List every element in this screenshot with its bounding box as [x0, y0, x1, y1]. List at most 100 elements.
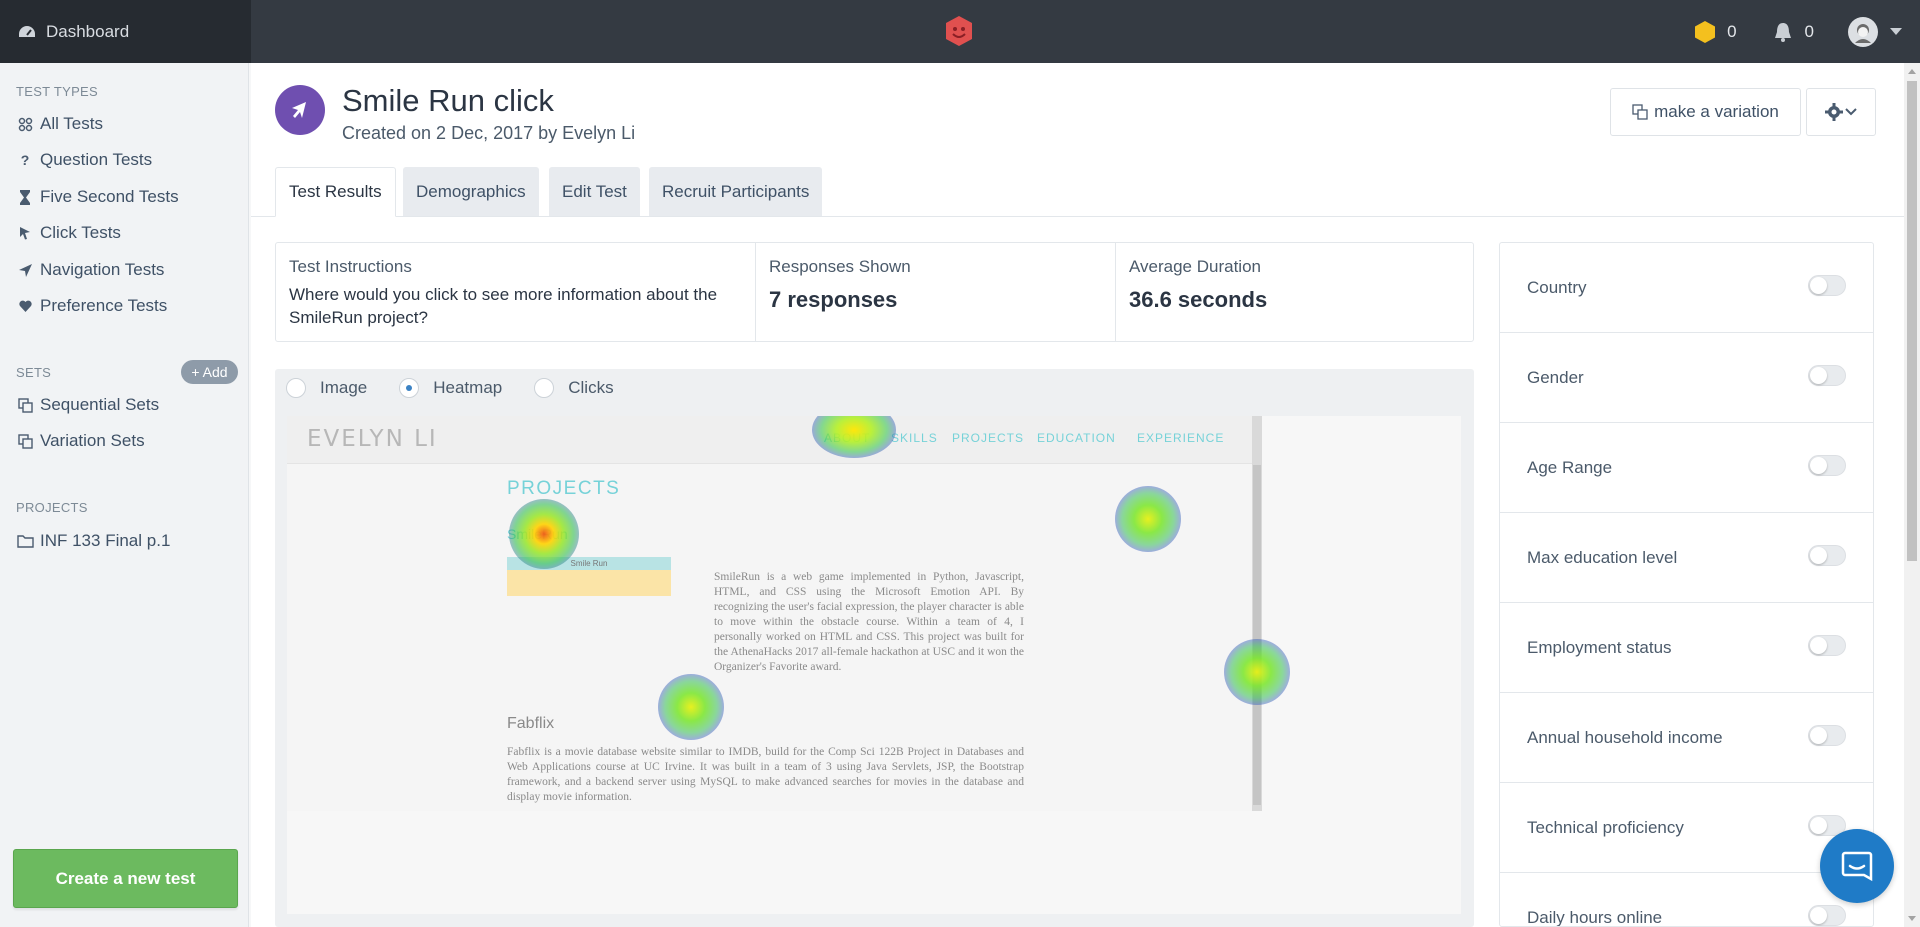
sidebar: TEST TYPES All Tests ? Question Tests Fi… [0, 63, 249, 927]
scroll-down-icon[interactable] [1908, 916, 1916, 921]
responses-block: Responses Shown 7 responses [755, 243, 1115, 341]
dashboard-label: Dashboard [46, 21, 130, 41]
sidebar-item-question-tests[interactable]: ? Question Tests [16, 150, 152, 170]
tab-recruit-participants[interactable]: Recruit Participants [649, 167, 823, 216]
create-test-button[interactable]: Create a new test [13, 849, 238, 908]
tab-edit-test[interactable]: Edit Test [549, 167, 640, 216]
dashboard-link[interactable]: Dashboard [0, 0, 251, 63]
coins-count: 0 [1727, 21, 1737, 41]
heatmap-canvas: EVELYN LI ABOUT SKILLS PROJECTS EDUCATIO… [287, 416, 1461, 914]
coin-icon [1695, 20, 1716, 43]
sidebar-item-label: Question Tests [40, 150, 153, 169]
filter-toggle[interactable] [1808, 905, 1846, 926]
filter-daily-hours-online: Daily hours online [1500, 873, 1873, 926]
radio-selected-dot [406, 385, 413, 391]
site-navbar: EVELYN LI ABOUT SKILLS PROJECTS EDUCATIO… [287, 416, 1252, 464]
thumbnail-label: Smile Run [507, 557, 671, 570]
site-name: EVELYN LI [307, 426, 438, 452]
sidebar-item-project[interactable]: INF 133 Final p.1 [16, 531, 170, 551]
sidebar-item-label: Variation Sets [40, 431, 145, 450]
filter-toggle[interactable] [1808, 725, 1846, 746]
radio-clicks-label[interactable]: Clicks [568, 378, 613, 398]
sidebar-item-five-second-tests[interactable]: Five Second Tests [16, 187, 179, 207]
filter-toggle[interactable] [1808, 545, 1846, 566]
responses-label: Responses Shown [769, 257, 911, 276]
sidebar-item-variation-sets[interactable]: Variation Sets [16, 431, 145, 451]
sidebar-item-sequential-sets[interactable]: Sequential Sets [16, 395, 159, 415]
coins-counter[interactable]: 0 [1693, 20, 1737, 44]
sidebar-item-label: All Tests [40, 114, 103, 133]
chat-icon [1841, 851, 1873, 882]
sets-heading: SETS [16, 365, 52, 380]
radio-image[interactable] [286, 378, 306, 398]
site-screenshot: EVELYN LI ABOUT SKILLS PROJECTS EDUCATIO… [287, 416, 1252, 811]
site-nav-projects: PROJECTS [952, 431, 1025, 445]
test-summary: Test Instructions Where would you click … [275, 242, 1474, 342]
filter-toggle[interactable] [1808, 455, 1846, 476]
site-section-title: PROJECTS [507, 478, 621, 499]
make-variation-label: make a variation [1654, 102, 1779, 121]
filter-label: Gender [1527, 367, 1584, 387]
user-avatar[interactable] [1848, 16, 1878, 47]
filter-label: Country [1527, 277, 1587, 297]
filter-label: Technical proficiency [1527, 817, 1684, 837]
scroll-up-icon[interactable] [1908, 69, 1916, 74]
top-bar: Dashboard 0 0 [0, 0, 1920, 63]
tabs-divider [251, 216, 1920, 217]
sidebar-item-click-tests[interactable]: Click Tests [16, 223, 121, 243]
scrollbar-thumb[interactable] [1907, 81, 1917, 561]
radio-heatmap-label[interactable]: Heatmap [433, 378, 502, 398]
site-nav-experience: EXPERIENCE [1137, 431, 1225, 445]
site-project-description: SmileRun is a web game implemented in Py… [714, 571, 1024, 673]
duration-label: Average Duration [1129, 257, 1261, 276]
filter-toggle[interactable] [1808, 635, 1846, 656]
filter-gender: Gender [1500, 333, 1873, 423]
radio-heatmap[interactable] [399, 378, 420, 398]
add-set-button[interactable]: + Add [181, 360, 238, 384]
sidebar-item-label: Sequential Sets [40, 395, 160, 414]
chat-launcher-button[interactable] [1820, 829, 1894, 903]
page-scrollbar[interactable] [1904, 63, 1920, 927]
cursor-icon [16, 226, 34, 240]
heatmap-panel: Image Heatmap Clicks EVELYN LI ABOUT SKI… [275, 369, 1474, 927]
tab-test-results[interactable]: Test Results [275, 167, 396, 217]
cluster-icon [16, 117, 34, 132]
notifications-counter[interactable]: 0 [1771, 20, 1814, 44]
site-scrollbar [1252, 416, 1262, 811]
settings-dropdown-button[interactable] [1806, 88, 1876, 136]
chevron-down-icon [1845, 108, 1857, 116]
radio-clicks[interactable] [534, 378, 555, 398]
folder-icon [16, 534, 34, 548]
filter-country: Country [1500, 243, 1873, 333]
sidebar-item-label: Navigation Tests [40, 260, 165, 279]
projects-heading: PROJECTS [16, 500, 88, 515]
make-variation-button[interactable]: make a variation [1610, 88, 1801, 136]
question-icon: ? [20, 152, 30, 168]
page-subtitle: Created on 2 Dec, 2017 by Evelyn Li [342, 123, 636, 143]
app-logo-icon[interactable] [942, 14, 976, 48]
copy-icon [16, 433, 34, 449]
tab-demographics[interactable]: Demographics [403, 167, 539, 216]
filter-toggle[interactable] [1808, 275, 1846, 296]
duration-value: 36.6 seconds [1129, 287, 1268, 312]
instructions-text: Where would you click to see more inform… [289, 285, 718, 327]
sidebar-item-preference-tests[interactable]: Preference Tests [16, 296, 167, 316]
hourglass-icon [16, 189, 34, 205]
filter-employment-status: Employment status [1500, 603, 1873, 693]
site-nav-education: EDUCATION [1037, 431, 1116, 445]
site-project2-name: Fabflix [507, 715, 555, 732]
heart-icon [16, 300, 34, 312]
duration-block: Average Duration 36.6 seconds [1115, 243, 1473, 341]
main-content: Smile Run click Created on 2 Dec, 2017 b… [251, 63, 1920, 927]
sidebar-item-label: Five Second Tests [40, 187, 179, 206]
sidebar-item-all-tests[interactable]: All Tests [16, 114, 103, 134]
test-types-heading: TEST TYPES [16, 84, 98, 99]
sidebar-item-navigation-tests[interactable]: Navigation Tests [16, 260, 164, 280]
filter-toggle[interactable] [1808, 365, 1846, 386]
gear-icon [1825, 103, 1843, 121]
site-nav-skills: SKILLS [891, 431, 938, 445]
radio-image-label[interactable]: Image [320, 378, 367, 398]
site-nav-about: ABOUT [824, 431, 871, 445]
user-menu-caret-icon[interactable] [1890, 28, 1902, 35]
responses-value: 7 responses [769, 287, 898, 312]
